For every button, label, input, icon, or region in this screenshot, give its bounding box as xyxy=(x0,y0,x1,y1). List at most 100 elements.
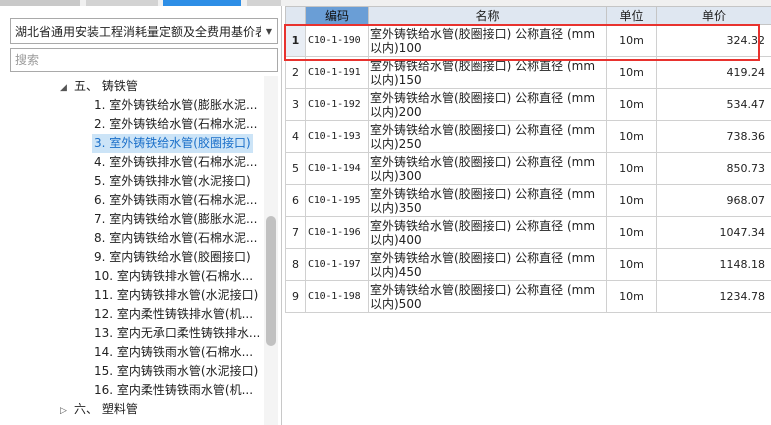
tree-item[interactable]: 1. 室外铸铁给水管(膨胀水泥... xyxy=(92,96,259,115)
cell-unit: 10m xyxy=(606,248,657,281)
tree-item-label: 2. 室外铸铁给水管(石棉水泥... xyxy=(94,117,258,131)
cell-unit: 10m xyxy=(606,56,657,89)
tree-item-label: 9. 室内铸铁给水管(胶圈接口) xyxy=(94,250,251,264)
cell-num: 2 xyxy=(285,56,306,89)
tree-item[interactable]: 7. 室内铸铁给水管(膨胀水泥... xyxy=(92,210,259,229)
tree-item[interactable]: 14. 室内铸铁雨水管(石棉水... xyxy=(92,343,255,362)
cell-code: C10-1-191 xyxy=(305,56,369,89)
cell-unit: 10m xyxy=(606,24,657,57)
tree-item-label: 7. 室内铸铁给水管(膨胀水泥... xyxy=(94,212,258,226)
cell-code: C10-1-195 xyxy=(305,184,369,217)
cell-num: 5 xyxy=(285,152,306,185)
cell-name: 室外铸铁给水管(胶圈接口) 公称直径 (mm以内)300 xyxy=(368,152,607,185)
header-code[interactable]: 编码 xyxy=(305,6,369,25)
cell-price: 324.32 xyxy=(656,24,771,57)
tree-item-label: 10. 室内铸铁排水管(石棉水... xyxy=(94,269,254,283)
scrollbar-thumb[interactable] xyxy=(266,216,276,346)
chevron-right-icon[interactable]: ▷ xyxy=(60,402,72,421)
cell-code: C10-1-193 xyxy=(305,120,369,153)
tree-item[interactable]: 5. 室外铸铁排水管(水泥接口) xyxy=(92,172,253,191)
cell-num: 3 xyxy=(285,88,306,121)
table-row[interactable]: 5 C10-1-194 室外铸铁给水管(胶圈接口) 公称直径 (mm以内)300 10… xyxy=(285,152,771,185)
table-row[interactable]: 6 C10-1-195 室外铸铁给水管(胶圈接口) 公称直径 (mm以内)350 10… xyxy=(285,184,771,217)
table-row[interactable]: 8 C10-1-197 室外铸铁给水管(胶圈接口) 公称直径 (mm以内)450 10… xyxy=(285,248,771,281)
tree-item[interactable]: 13. 室内无承口柔性铸铁排水... xyxy=(92,324,262,343)
cell-code: C10-1-194 xyxy=(305,152,369,185)
tree-item[interactable]: 6. 室外铸铁雨水管(石棉水泥... xyxy=(92,191,259,210)
cell-unit: 10m xyxy=(606,280,657,313)
tree-item-label: 14. 室内铸铁雨水管(石棉水... xyxy=(94,345,254,359)
cell-name: 室外铸铁给水管(胶圈接口) 公称直径 (mm以内)150 xyxy=(368,56,607,89)
table-row[interactable]: 1 C10-1-190 室外铸铁给水管(胶圈接口) 公称直径 (mm以内)100 10… xyxy=(285,24,771,57)
tree-chapter[interactable]: ◢ 五、 铸铁管 xyxy=(60,77,140,96)
table-row[interactable]: 3 C10-1-192 室外铸铁给水管(胶圈接口) 公称直径 (mm以内)200 10… xyxy=(285,88,771,121)
library-select-value: 湖北省通用安装工程消耗量定额及全费用基价表 xyxy=(15,24,261,39)
chevron-down-icon[interactable]: ◢ xyxy=(60,79,72,98)
chevron-down-icon[interactable]: ▼ xyxy=(261,27,277,36)
library-select[interactable]: 湖北省通用安装工程消耗量定额及全费用基价表 ▼ xyxy=(10,18,278,44)
cell-name: 室外铸铁给水管(胶圈接口) 公称直径 (mm以内)500 xyxy=(368,280,607,313)
table-row[interactable]: 4 C10-1-193 室外铸铁给水管(胶圈接口) 公称直径 (mm以内)250 10… xyxy=(285,120,771,153)
tree-item-label: 3. 室外铸铁给水管(胶圈接口) xyxy=(92,134,253,153)
tree-item-label: 8. 室内铸铁给水管(石棉水泥... xyxy=(94,231,258,245)
cell-unit: 10m xyxy=(606,152,657,185)
cell-code: C10-1-190 xyxy=(305,24,369,57)
tree-scrollbar[interactable] xyxy=(264,76,278,425)
tree-item[interactable]: 3. 室外铸铁给水管(胶圈接口) xyxy=(92,134,253,153)
cell-unit: 10m xyxy=(606,88,657,121)
tree-item-label: 5. 室外铸铁排水管(水泥接口) xyxy=(94,174,251,188)
tree-item[interactable]: 16. 室内柔性铸铁雨水管(机... xyxy=(92,381,255,400)
tree-item[interactable]: 10. 室内铸铁排水管(石棉水... xyxy=(92,267,255,286)
tree-item-label: 五、 铸铁管 xyxy=(74,79,138,93)
cell-price: 534.47 xyxy=(656,88,771,121)
grid-header-row: 编码 名称 单位 单价 xyxy=(285,6,771,25)
table-row[interactable]: 7 C10-1-196 室外铸铁给水管(胶圈接口) 公称直径 (mm以内)400 10… xyxy=(285,216,771,249)
cell-price: 968.07 xyxy=(656,184,771,217)
header-price[interactable]: 单价 xyxy=(656,6,771,25)
cell-code: C10-1-192 xyxy=(305,88,369,121)
tree-item[interactable]: 15. 室内铸铁雨水管(水泥接口) xyxy=(92,362,260,381)
tree-item-label: 6. 室外铸铁雨水管(石棉水泥... xyxy=(94,193,258,207)
tree-item[interactable]: 8. 室内铸铁给水管(石棉水泥... xyxy=(92,229,259,248)
table-row[interactable]: 9 C10-1-198 室外铸铁给水管(胶圈接口) 公称直径 (mm以内)500 10… xyxy=(285,280,771,313)
cell-price: 1148.18 xyxy=(656,248,771,281)
header-name[interactable]: 名称 xyxy=(368,6,607,25)
tree-item-label: 13. 室内无承口柔性铸铁排水... xyxy=(94,326,261,340)
tree-item-label: 4. 室外铸铁排水管(石棉水泥... xyxy=(94,155,258,169)
cell-price: 850.73 xyxy=(656,152,771,185)
tree-item-label: 11. 室内铸铁排水管(水泥接口) xyxy=(94,288,259,302)
tree-item-label: 16. 室内柔性铸铁雨水管(机... xyxy=(94,383,254,397)
search-input[interactable] xyxy=(10,48,278,72)
tree-item[interactable]: 4. 室外铸铁排水管(石棉水泥... xyxy=(92,153,259,172)
quota-grid: 编码 名称 单位 单价 1 C10-1-190 室外铸铁给水管(胶圈接口) 公称直径… xyxy=(285,6,771,313)
tree-item[interactable]: 9. 室内铸铁给水管(胶圈接口) xyxy=(92,248,253,267)
tree-item[interactable]: 12. 室内柔性铸铁排水管(机... xyxy=(92,305,255,324)
cell-price: 419.24 xyxy=(656,56,771,89)
header-unit[interactable]: 单位 xyxy=(606,6,657,25)
cell-price: 738.36 xyxy=(656,120,771,153)
cell-num: 4 xyxy=(285,120,306,153)
cell-code: C10-1-196 xyxy=(305,216,369,249)
tree-item-label: 15. 室内铸铁雨水管(水泥接口) xyxy=(94,364,259,378)
cell-name: 室外铸铁给水管(胶圈接口) 公称直径 (mm以内)350 xyxy=(368,184,607,217)
cell-num: 9 xyxy=(285,280,306,313)
cell-name: 室外铸铁给水管(胶圈接口) 公称直径 (mm以内)250 xyxy=(368,120,607,153)
header-index xyxy=(285,6,306,25)
cell-code: C10-1-198 xyxy=(305,280,369,313)
tree-item-label: 六、 塑料管 xyxy=(74,402,138,416)
cell-num: 6 xyxy=(285,184,306,217)
tree-item[interactable]: 2. 室外铸铁给水管(石棉水泥... xyxy=(92,115,259,134)
cell-num: 8 xyxy=(285,248,306,281)
cell-num: 7 xyxy=(285,216,306,249)
cell-num: 1 xyxy=(285,24,306,57)
tree-item[interactable]: 11. 室内铸铁排水管(水泥接口) xyxy=(92,286,260,305)
chapter-tree: ◢ 五、 铸铁管 1. 室外铸铁给水管(膨胀水泥... 2. 室外铸铁给水管(石棉水泥… xyxy=(0,76,264,425)
tree-chapter[interactable]: ▷ 六、 塑料管 xyxy=(60,400,140,419)
left-panel: 湖北省通用安装工程消耗量定额及全费用基价表 ▼ ◢五、 铸铁管 1. 室外铸铁给水… xyxy=(0,6,282,425)
cell-price: 1047.34 xyxy=(656,216,771,249)
cell-price: 1234.78 xyxy=(656,280,771,313)
tree-item-label: 12. 室内柔性铸铁排水管(机... xyxy=(94,307,254,321)
cell-unit: 10m xyxy=(606,216,657,249)
table-row[interactable]: 2 C10-1-191 室外铸铁给水管(胶圈接口) 公称直径 (mm以内)150 10… xyxy=(285,56,771,89)
tree-item-label: 1. 室外铸铁给水管(膨胀水泥... xyxy=(94,98,258,112)
